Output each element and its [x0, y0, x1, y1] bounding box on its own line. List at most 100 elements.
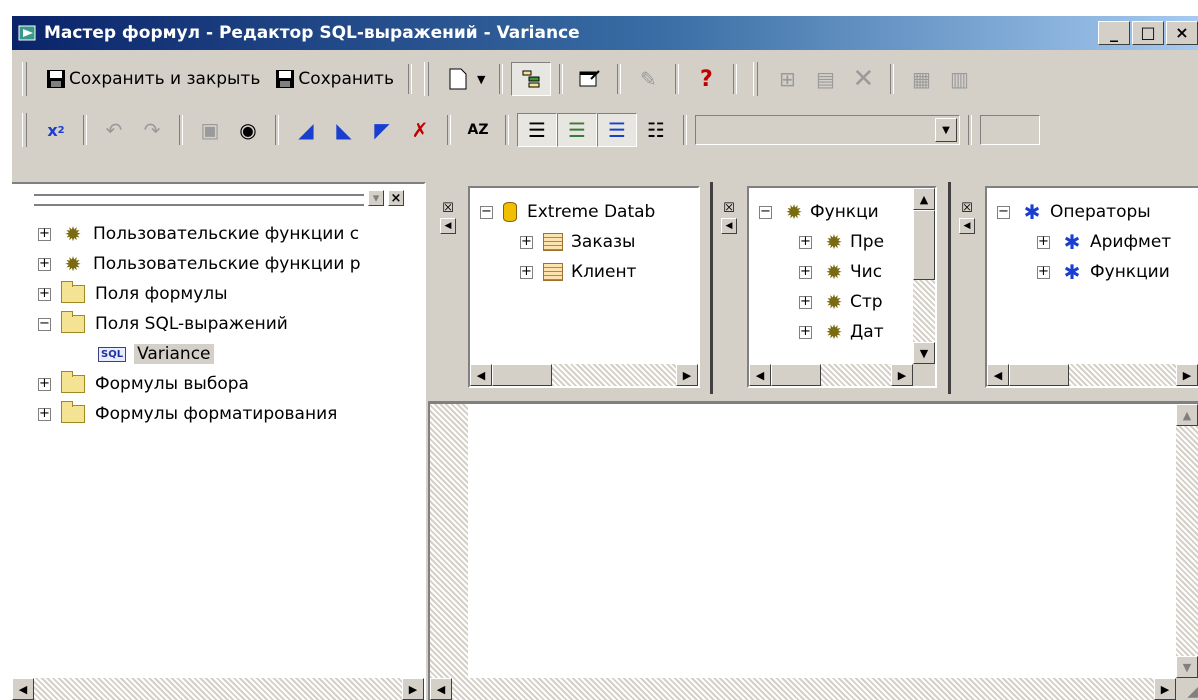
scroll-track[interactable]	[821, 364, 891, 386]
paste-button[interactable]: ▤	[806, 61, 844, 97]
title-bar[interactable]: Мастер формул - Редактор SQL-выражений -…	[12, 16, 1198, 50]
expand-icon[interactable]: +	[38, 287, 51, 301]
pane-scroll-icon[interactable]: ◀	[440, 218, 456, 234]
scroll-track[interactable]	[452, 678, 1154, 700]
scroll-right-button[interactable]: ▶	[402, 678, 424, 700]
save-and-close-button[interactable]: Сохранить и закрыть	[37, 61, 266, 97]
collapse-icon[interactable]: −	[997, 205, 1010, 219]
sort-button[interactable]: AZ	[459, 112, 497, 148]
prev-bookmark-button[interactable]: ◤	[363, 112, 401, 148]
tree-item[interactable]: + Формулы форматирования	[38, 400, 337, 428]
tree-item[interactable]: − Extreme Datab	[480, 198, 655, 226]
tree-item[interactable]: + ✹ Пре	[799, 228, 884, 256]
save-button[interactable]: Сохранить	[266, 61, 400, 97]
scroll-up-button[interactable]: ▲	[913, 188, 935, 210]
chevron-down-icon[interactable]: ▼	[935, 118, 957, 142]
tree-item[interactable]: + ✱ Арифмет	[1037, 228, 1171, 256]
tree-item[interactable]: + ✹ Дат	[799, 318, 884, 346]
redo-button[interactable]: ↷	[133, 112, 171, 148]
horizontal-scrollbar[interactable]: ◀ ▶	[430, 678, 1176, 700]
vertical-scrollbar[interactable]: ▲ ▼	[1176, 404, 1198, 678]
scroll-track[interactable]	[552, 364, 676, 386]
scroll-up-button[interactable]: ▲	[1176, 404, 1198, 426]
horizontal-scrollbar[interactable]: ◀ ▶	[470, 364, 698, 386]
horizontal-splitter[interactable]	[428, 394, 1198, 402]
collapse-icon[interactable]: −	[480, 205, 493, 219]
tree-item[interactable]: + Заказы	[520, 228, 635, 256]
expand-icon[interactable]: +	[799, 295, 812, 309]
pane-scroll-icon[interactable]: ◀	[959, 218, 975, 234]
toolbar-grip[interactable]	[22, 62, 27, 96]
tree-item-selected[interactable]: SQL Variance	[98, 340, 214, 368]
scroll-track[interactable]	[34, 678, 402, 700]
scroll-left-button[interactable]: ◀	[470, 364, 492, 386]
scroll-left-button[interactable]: ◀	[12, 678, 34, 700]
scroll-thumb[interactable]	[492, 364, 552, 386]
tree-item[interactable]: + Клиент	[520, 258, 636, 286]
collapse-icon[interactable]: −	[759, 205, 772, 219]
scroll-left-button[interactable]: ◀	[987, 364, 1009, 386]
find-button[interactable]: ◉	[229, 112, 267, 148]
expand-icon[interactable]: +	[1037, 235, 1050, 249]
scroll-track[interactable]	[1176, 426, 1198, 656]
toolbar-grip[interactable]	[423, 62, 429, 96]
scroll-down-button[interactable]: ▼	[1176, 656, 1198, 678]
tree-item[interactable]: + Поля формулы	[38, 280, 228, 308]
scroll-left-button[interactable]: ◀	[430, 678, 452, 700]
scroll-right-button[interactable]: ▶	[676, 364, 698, 386]
editor-text-area[interactable]	[468, 404, 1176, 678]
tree-item[interactable]: + Формулы выбора	[38, 370, 249, 398]
scroll-down-button[interactable]: ▼	[913, 342, 935, 364]
undo-button[interactable]: ↶	[95, 112, 133, 148]
close-panel-button[interactable]: ×	[388, 190, 404, 206]
horizontal-scrollbar[interactable]: ◀ ▶	[12, 678, 424, 700]
scroll-left-button[interactable]: ◀	[749, 364, 771, 386]
scroll-track[interactable]	[1069, 364, 1176, 386]
scroll-thumb[interactable]	[1009, 364, 1069, 386]
scroll-thumb[interactable]	[771, 364, 821, 386]
new-button[interactable]: ▼	[439, 61, 491, 97]
close-button[interactable]: ×	[1166, 21, 1198, 45]
minimize-button[interactable]: _	[1098, 21, 1130, 45]
tree-item[interactable]: + ✱ Функции	[1037, 258, 1170, 286]
scroll-right-button[interactable]: ▶	[891, 364, 913, 386]
scroll-track[interactable]	[913, 280, 935, 342]
secondary-combo[interactable]	[980, 115, 1040, 145]
collapse-icon[interactable]: −	[38, 317, 51, 331]
clear-bookmarks-button[interactable]: ✗	[401, 112, 439, 148]
expand-icon[interactable]: +	[799, 265, 812, 279]
close-pane-button[interactable]: ☒	[440, 200, 456, 216]
close-pane-button[interactable]: ☒	[959, 200, 975, 216]
expand-icon[interactable]: +	[38, 227, 51, 241]
tree-item[interactable]: − ✹ Функци	[759, 198, 879, 226]
scroll-right-button[interactable]: ▶	[1176, 364, 1198, 386]
wizard-button[interactable]: ✎	[629, 61, 667, 97]
scroll-right-button[interactable]: ▶	[1154, 678, 1176, 700]
pane-scroll-icon[interactable]: ◀	[721, 218, 737, 234]
expand-icon[interactable]: +	[38, 377, 51, 391]
browse-data-button[interactable]: ▣	[191, 112, 229, 148]
chevron-down-icon[interactable]: ▼	[477, 73, 485, 86]
size-grip-icon[interactable]: ◢	[1176, 678, 1198, 700]
show-tree-button[interactable]	[511, 62, 552, 96]
scroll-thumb[interactable]	[913, 210, 935, 280]
toolbar-grip[interactable]	[753, 62, 759, 96]
toggle-fields-button[interactable]: ☰	[517, 113, 557, 147]
horizontal-scrollbar[interactable]: ◀ ▶	[749, 364, 935, 386]
bookmark-button[interactable]: ◢	[287, 112, 325, 148]
expand-icon[interactable]: +	[38, 407, 51, 421]
help-button[interactable]: ?	[687, 61, 725, 97]
check-button[interactable]: x2	[37, 112, 75, 148]
expand-icon[interactable]: +	[520, 235, 533, 249]
expand-icon[interactable]: +	[799, 235, 812, 249]
horizontal-scrollbar[interactable]: ◀ ▶	[987, 364, 1198, 386]
toggle-operators-button[interactable]: ☰	[597, 113, 637, 147]
collapse-button[interactable]: ▾	[368, 190, 384, 206]
tree-item[interactable]: − Поля SQL-выражений	[38, 310, 288, 338]
next-bookmark-button[interactable]: ◣	[325, 112, 363, 148]
expand-icon[interactable]: +	[799, 325, 812, 339]
delete-button[interactable]: ✕	[844, 61, 882, 97]
syntax-combo[interactable]: ▼	[695, 115, 960, 145]
toolbar-grip[interactable]	[22, 113, 27, 147]
properties-button[interactable]	[571, 61, 609, 97]
